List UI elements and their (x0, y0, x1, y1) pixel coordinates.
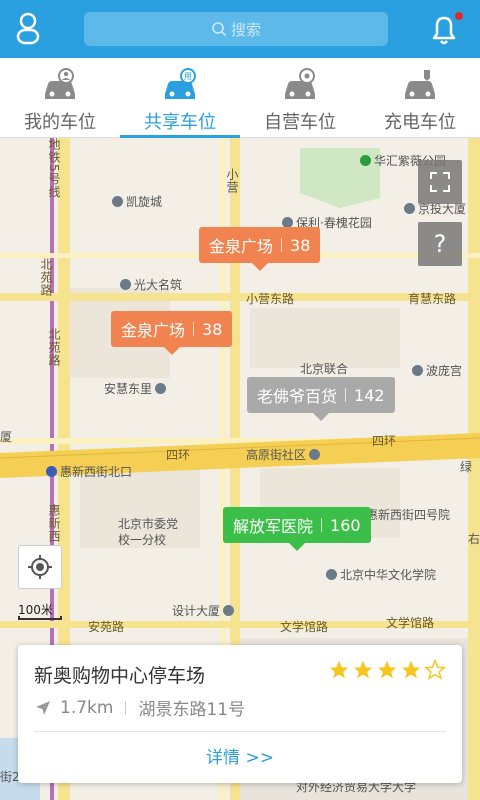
locate-button[interactable] (18, 545, 62, 589)
top-bar: 搜索 (0, 0, 480, 58)
map-label: 北苑路 (47, 328, 61, 367)
distance-address-row: 1.7km 湖景东路11号 (34, 695, 245, 720)
marker-name: 金泉广场 (121, 321, 186, 340)
map-label: 安苑路 (88, 620, 125, 634)
parking-marker[interactable]: 金泉广场 38 (199, 227, 321, 271)
map-label: 北京联合 (300, 362, 349, 376)
tab-charging-spaces[interactable]: 充电车位 (360, 58, 480, 137)
user-profile-button[interactable] (10, 10, 46, 48)
fullscreen-button[interactable] (418, 160, 462, 204)
map-label: 安慧东里 (104, 380, 169, 397)
marker-name: 老佛爷百货 (257, 387, 338, 406)
marker-count: 38 (202, 319, 223, 339)
map-label: 文学馆路 (386, 616, 435, 630)
details-link[interactable]: 详情 >> (18, 743, 462, 768)
map-label: 小营东路 (246, 292, 295, 306)
scale-bar (18, 616, 62, 620)
navigation-arrow-icon (36, 700, 50, 715)
car-gear-icon (285, 68, 315, 99)
search-placeholder: 搜索 (230, 20, 261, 39)
svg-text:用: 用 (184, 72, 192, 81)
parking-marker[interactable]: 解放军医院 160 (223, 507, 371, 551)
star-filled-icon (329, 660, 349, 679)
map-label: 文学馆路 (280, 620, 329, 634)
map-label: 惠新西街北口 (46, 463, 132, 480)
location-target-icon (28, 555, 52, 579)
parking-marker[interactable]: 金泉广场 38 (111, 311, 233, 355)
fullscreen-icon (430, 172, 450, 192)
map-label: 光大名筑 (120, 276, 182, 293)
tab-my-spaces[interactable]: 我的车位 (0, 58, 120, 137)
user-icon (16, 12, 40, 45)
star-filled-icon (401, 660, 421, 679)
map-label: 四环 (372, 434, 397, 448)
marker-count: 160 (330, 515, 361, 535)
map-label: 绿 (460, 460, 473, 474)
distance-text: 1.7km (60, 697, 114, 718)
parking-marker[interactable]: 老佛爷百货 142 (247, 377, 395, 421)
tab-label: 共享车位 (144, 112, 216, 133)
help-button[interactable]: ? (418, 222, 462, 266)
search-input[interactable]: 搜索 (84, 12, 388, 46)
divider (125, 700, 127, 715)
tab-self-operated-spaces[interactable]: 自营车位 (240, 58, 360, 137)
map-label: 小营 (225, 168, 239, 194)
map-label: 设计大厦 (172, 602, 237, 619)
marker-name: 解放军医院 (233, 517, 314, 536)
divider (34, 731, 446, 732)
marker-count: 38 (290, 235, 311, 255)
tab-label: 我的车位 (24, 112, 96, 133)
tab-label: 充电车位 (384, 112, 456, 133)
parking-type-tabs: 我的车位 用 共享车位 自营车位 充电车位 (0, 58, 480, 138)
car-user-icon (45, 68, 75, 99)
star-filled-icon (353, 660, 373, 679)
map-label: 四环 (166, 448, 191, 462)
address-text: 湖景东路11号 (138, 700, 246, 720)
marker-count: 142 (354, 385, 385, 405)
map-label: 育慧东路 (408, 292, 457, 306)
map-label: 右 (468, 532, 480, 546)
map-label: 地铁5号线 (47, 138, 61, 199)
map-label: 惠新西街四号院 (366, 508, 451, 522)
marker-name: 金泉广场 (209, 237, 274, 256)
star-empty-icon (424, 659, 446, 680)
parking-lot-name: 新奥购物中心停车场 (34, 665, 206, 687)
tab-shared-spaces[interactable]: 用 共享车位 (120, 58, 240, 138)
map-label: 凯旋城 (112, 193, 162, 210)
parking-info-card[interactable]: 新奥购物中心停车场 1.7km 湖景东路11号 详情 >> (18, 645, 462, 783)
map-label: 北苑路 (39, 258, 53, 297)
map-label: 波庞宫 (412, 362, 462, 379)
map-label: 高原街社区 (246, 446, 323, 463)
help-icon: ? (433, 230, 447, 258)
search-icon (212, 22, 227, 37)
tab-label: 自营车位 (264, 112, 336, 133)
map-label: 北京中华文化学院 (326, 566, 436, 583)
map-label: 北京市委党校一分校 (118, 517, 179, 547)
map-label: 惠新西 (47, 504, 61, 543)
map-label: 厦 (0, 430, 13, 444)
car-charge-icon (405, 70, 435, 99)
rating-stars (328, 659, 446, 681)
star-filled-icon (377, 660, 397, 679)
car-share-icon: 用 (165, 68, 196, 99)
notification-badge (455, 12, 463, 20)
